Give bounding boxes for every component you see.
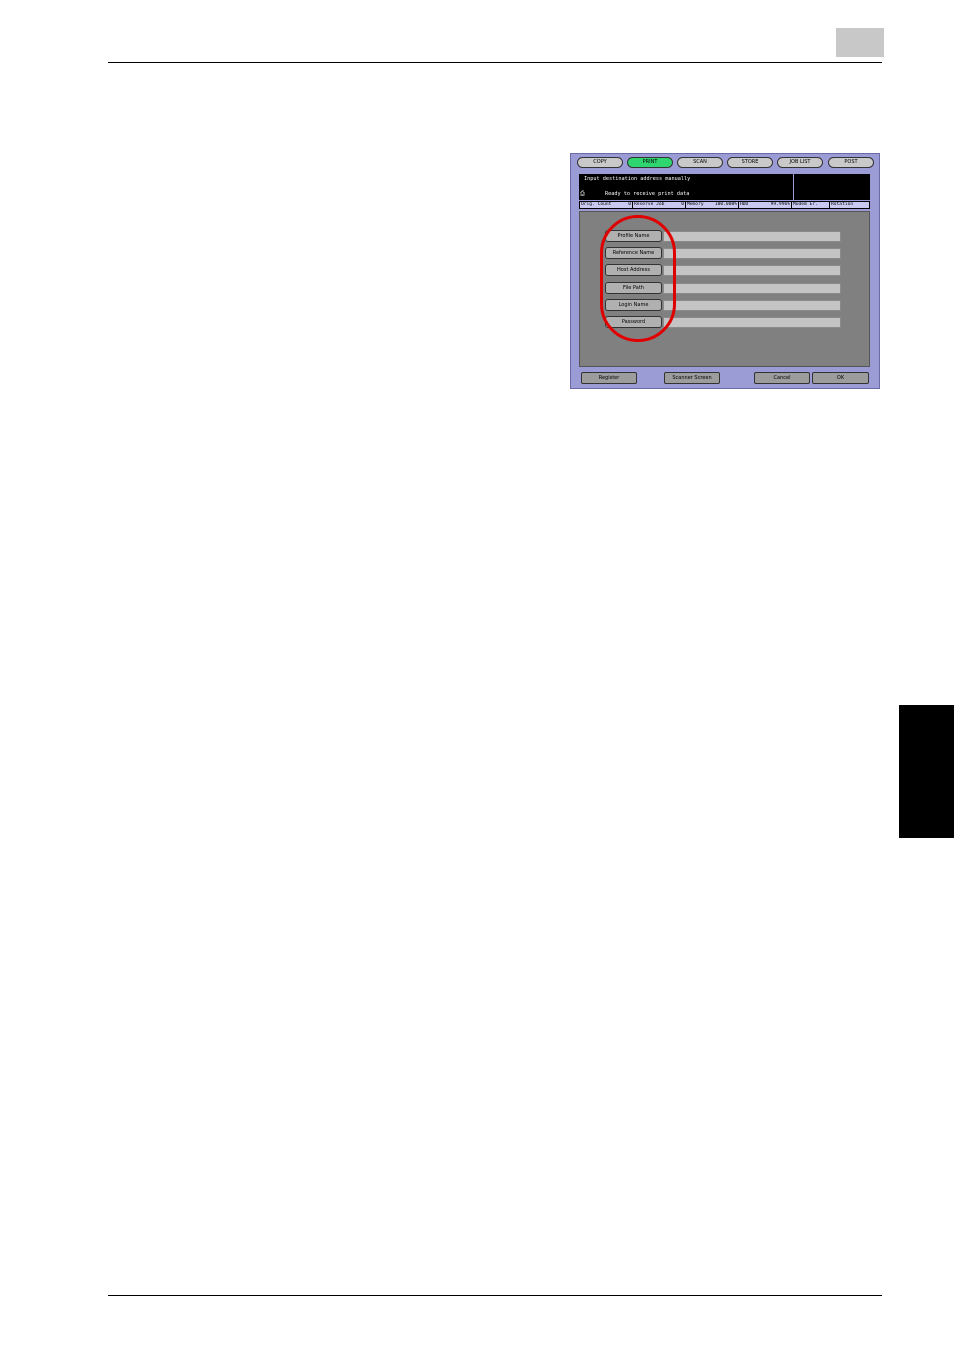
rotation-label: Rotation bbox=[831, 202, 854, 207]
tab-scan[interactable]: SCAN bbox=[677, 157, 723, 168]
profile-name-field[interactable] bbox=[663, 231, 841, 242]
file-path-field[interactable] bbox=[663, 283, 841, 294]
memory-label: Memory bbox=[687, 202, 704, 207]
status-memory: Memory 100.000% bbox=[686, 202, 738, 208]
status-orig-count: Orig. Count 0 bbox=[580, 202, 632, 208]
reference-name-field[interactable] bbox=[663, 248, 841, 259]
tab-store[interactable]: STORE bbox=[727, 157, 773, 168]
hdd-value: 99.996% bbox=[770, 202, 790, 207]
tab-job-list[interactable]: JOB LIST bbox=[777, 157, 823, 168]
cancel-button[interactable]: Cancel bbox=[754, 372, 810, 384]
tab-print[interactable]: PRINT bbox=[627, 157, 673, 168]
login-name-field[interactable] bbox=[663, 300, 841, 311]
orig-count-value: 0 bbox=[628, 202, 631, 207]
message-divider bbox=[793, 174, 794, 200]
register-button[interactable]: Register bbox=[581, 372, 637, 384]
password-field[interactable] bbox=[663, 317, 841, 328]
header-rule bbox=[108, 62, 882, 63]
printer-icon: ⎙ bbox=[580, 190, 585, 197]
status-modem: Modem Er. bbox=[792, 202, 829, 208]
orig-count-label: Orig. Count bbox=[581, 202, 612, 207]
status-reserve-job: Reserve Job 0 bbox=[633, 202, 685, 208]
host-address-field[interactable] bbox=[663, 265, 841, 276]
ok-button[interactable]: OK bbox=[812, 372, 869, 384]
message-area: Input destination address manually ⎙ Rea… bbox=[579, 174, 870, 200]
status-bar: Orig. Count 0 Reserve Job 0 Memory 100.0… bbox=[579, 201, 870, 209]
scanner-screen-button[interactable]: Scanner Screen bbox=[664, 372, 720, 384]
footer-rule bbox=[108, 1295, 882, 1296]
status-rotation: Rotation bbox=[830, 202, 869, 208]
message-status: Ready to receive print data bbox=[605, 191, 690, 197]
highlight-circle bbox=[600, 215, 676, 342]
hdd-label: HDD bbox=[740, 202, 749, 207]
tab-copy[interactable]: COPY bbox=[577, 157, 623, 168]
modem-label: Modem Er. bbox=[793, 202, 818, 207]
status-hdd: HDD 99.996% bbox=[739, 202, 791, 208]
message-title: Input destination address manually bbox=[584, 176, 691, 182]
reserve-job-value: 0 bbox=[681, 202, 684, 207]
memory-value: 100.000% bbox=[714, 202, 737, 207]
reserve-job-label: Reserve Job bbox=[634, 202, 665, 207]
chapter-number-box bbox=[836, 28, 884, 57]
mode-tabs: COPY PRINT SCAN STORE JOB LIST POST bbox=[577, 157, 875, 169]
tab-post[interactable]: POST bbox=[828, 157, 874, 168]
chapter-side-tab bbox=[899, 705, 954, 838]
